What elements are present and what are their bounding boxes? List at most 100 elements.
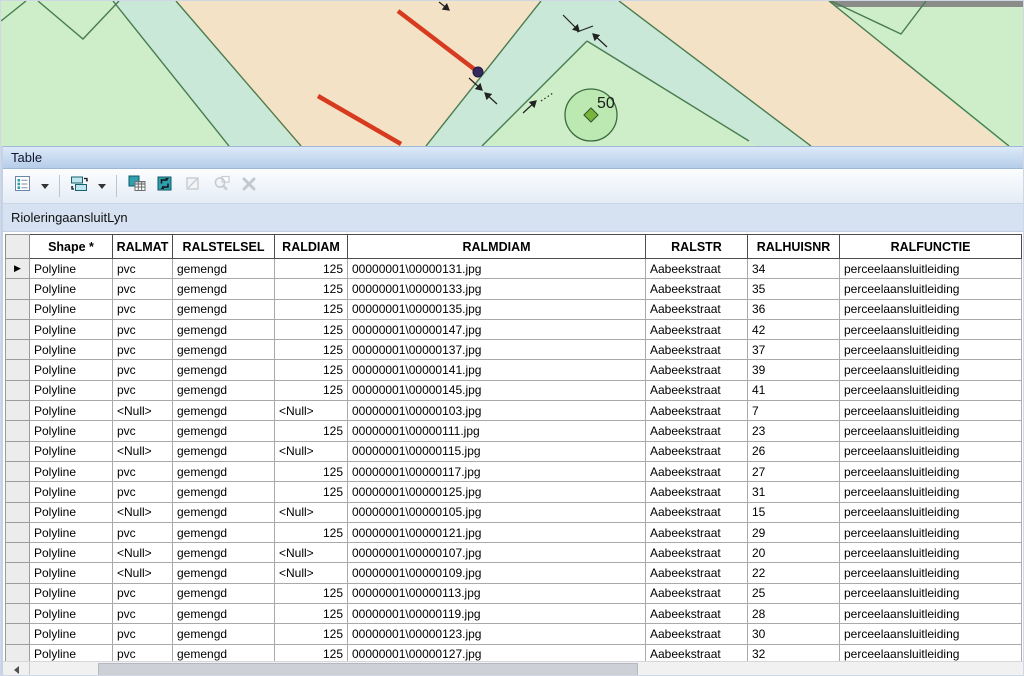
cell[interactable]: Aabeekstraat — [646, 259, 748, 279]
row-selector[interactable] — [6, 421, 30, 441]
cell[interactable]: 00000001\00000121.jpg — [348, 522, 646, 542]
zoom-to-selected-button[interactable] — [209, 174, 233, 198]
cell[interactable]: 125 — [275, 482, 348, 502]
cell[interactable]: 22 — [748, 563, 840, 583]
cell[interactable]: gemengd — [173, 360, 275, 380]
cell[interactable]: gemengd — [173, 563, 275, 583]
cell[interactable]: 15 — [748, 502, 840, 522]
cell[interactable]: Aabeekstraat — [646, 279, 748, 299]
cell[interactable]: <Null> — [113, 563, 173, 583]
cell[interactable]: 00000001\00000109.jpg — [348, 563, 646, 583]
cell[interactable]: 125 — [275, 583, 348, 603]
cell[interactable]: pvc — [113, 319, 173, 339]
cell[interactable]: 28 — [748, 604, 840, 624]
cell[interactable]: 25 — [748, 583, 840, 603]
related-tables-dropdown[interactable] — [96, 174, 108, 198]
cell[interactable]: pvc — [113, 644, 173, 661]
cell[interactable]: gemengd — [173, 543, 275, 563]
cell[interactable]: pvc — [113, 482, 173, 502]
cell[interactable]: perceelaansluitleiding — [840, 583, 1022, 603]
cell[interactable]: <Null> — [113, 543, 173, 563]
cell[interactable]: Polyline — [30, 360, 113, 380]
row-selector[interactable] — [6, 502, 30, 522]
cell[interactable]: perceelaansluitleiding — [840, 279, 1022, 299]
cell[interactable]: pvc — [113, 340, 173, 360]
cell[interactable]: perceelaansluitleiding — [840, 563, 1022, 583]
cell[interactable]: 125 — [275, 299, 348, 319]
cell[interactable]: perceelaansluitleiding — [840, 543, 1022, 563]
scroll-left-button[interactable] — [3, 662, 30, 676]
cell[interactable]: 125 — [275, 279, 348, 299]
cell[interactable]: 125 — [275, 421, 348, 441]
row-selector[interactable] — [6, 644, 30, 661]
cell[interactable]: perceelaansluitleiding — [840, 421, 1022, 441]
cell[interactable]: Polyline — [30, 259, 113, 279]
cell[interactable]: Aabeekstraat — [646, 299, 748, 319]
cell[interactable]: 125 — [275, 259, 348, 279]
cell[interactable]: Aabeekstraat — [646, 522, 748, 542]
cell[interactable]: Polyline — [30, 441, 113, 461]
cell[interactable]: gemengd — [173, 583, 275, 603]
cell[interactable]: pvc — [113, 279, 173, 299]
cell[interactable]: pvc — [113, 259, 173, 279]
row-selector[interactable] — [6, 624, 30, 644]
cell[interactable]: perceelaansluitleiding — [840, 380, 1022, 400]
row-selector[interactable] — [6, 522, 30, 542]
cell[interactable]: 00000001\00000133.jpg — [348, 279, 646, 299]
cell[interactable]: gemengd — [173, 259, 275, 279]
cell[interactable]: Polyline — [30, 421, 113, 441]
cell[interactable]: 00000001\00000103.jpg — [348, 401, 646, 421]
cell[interactable]: 30 — [748, 624, 840, 644]
cell[interactable]: Polyline — [30, 563, 113, 583]
switch-selection-button[interactable] — [153, 174, 177, 198]
cell[interactable]: Polyline — [30, 543, 113, 563]
cell[interactable]: 00000001\00000137.jpg — [348, 340, 646, 360]
cell[interactable]: <Null> — [113, 502, 173, 522]
cell[interactable]: gemengd — [173, 279, 275, 299]
cell[interactable]: Polyline — [30, 644, 113, 661]
cell[interactable]: 7 — [748, 401, 840, 421]
cell[interactable]: 125 — [275, 360, 348, 380]
cell[interactable]: perceelaansluitleiding — [840, 604, 1022, 624]
cell[interactable]: Polyline — [30, 583, 113, 603]
cell[interactable]: Aabeekstraat — [646, 421, 748, 441]
cell[interactable]: 00000001\00000119.jpg — [348, 604, 646, 624]
cell[interactable]: gemengd — [173, 461, 275, 481]
cell[interactable]: Aabeekstraat — [646, 583, 748, 603]
cell[interactable]: Polyline — [30, 380, 113, 400]
cell[interactable]: perceelaansluitleiding — [840, 441, 1022, 461]
column-header-ralstr[interactable]: RALSTR — [646, 235, 748, 259]
cell[interactable]: 42 — [748, 319, 840, 339]
cell[interactable]: Polyline — [30, 319, 113, 339]
cell[interactable]: Polyline — [30, 502, 113, 522]
cell[interactable]: perceelaansluitleiding — [840, 340, 1022, 360]
scrollbar-thumb[interactable] — [98, 663, 638, 676]
cell[interactable]: <Null> — [113, 401, 173, 421]
cell[interactable]: 34 — [748, 259, 840, 279]
cell[interactable]: Aabeekstraat — [646, 461, 748, 481]
cell[interactable]: 00000001\00000117.jpg — [348, 461, 646, 481]
cell[interactable]: gemengd — [173, 401, 275, 421]
cell[interactable]: 32 — [748, 644, 840, 661]
row-selector[interactable] — [6, 604, 30, 624]
table-options-dropdown[interactable] — [39, 174, 51, 198]
cell[interactable]: 35 — [748, 279, 840, 299]
cell[interactable]: 00000001\00000123.jpg — [348, 624, 646, 644]
cell[interactable]: pvc — [113, 360, 173, 380]
cell[interactable]: gemengd — [173, 502, 275, 522]
cell[interactable]: 00000001\00000111.jpg — [348, 421, 646, 441]
cell[interactable]: 125 — [275, 624, 348, 644]
cell[interactable]: 125 — [275, 340, 348, 360]
cell[interactable]: perceelaansluitleiding — [840, 624, 1022, 644]
cell[interactable]: gemengd — [173, 644, 275, 661]
column-header-shape[interactable]: Shape * — [30, 235, 113, 259]
cell[interactable]: 00000001\00000115.jpg — [348, 441, 646, 461]
cell[interactable]: Polyline — [30, 604, 113, 624]
cell[interactable]: Aabeekstraat — [646, 502, 748, 522]
cell[interactable]: Polyline — [30, 482, 113, 502]
cell[interactable]: <Null> — [275, 441, 348, 461]
cell[interactable]: <Null> — [113, 441, 173, 461]
row-selector[interactable] — [6, 441, 30, 461]
table-window-titlebar[interactable]: Table — [3, 146, 1023, 169]
cell[interactable]: gemengd — [173, 380, 275, 400]
